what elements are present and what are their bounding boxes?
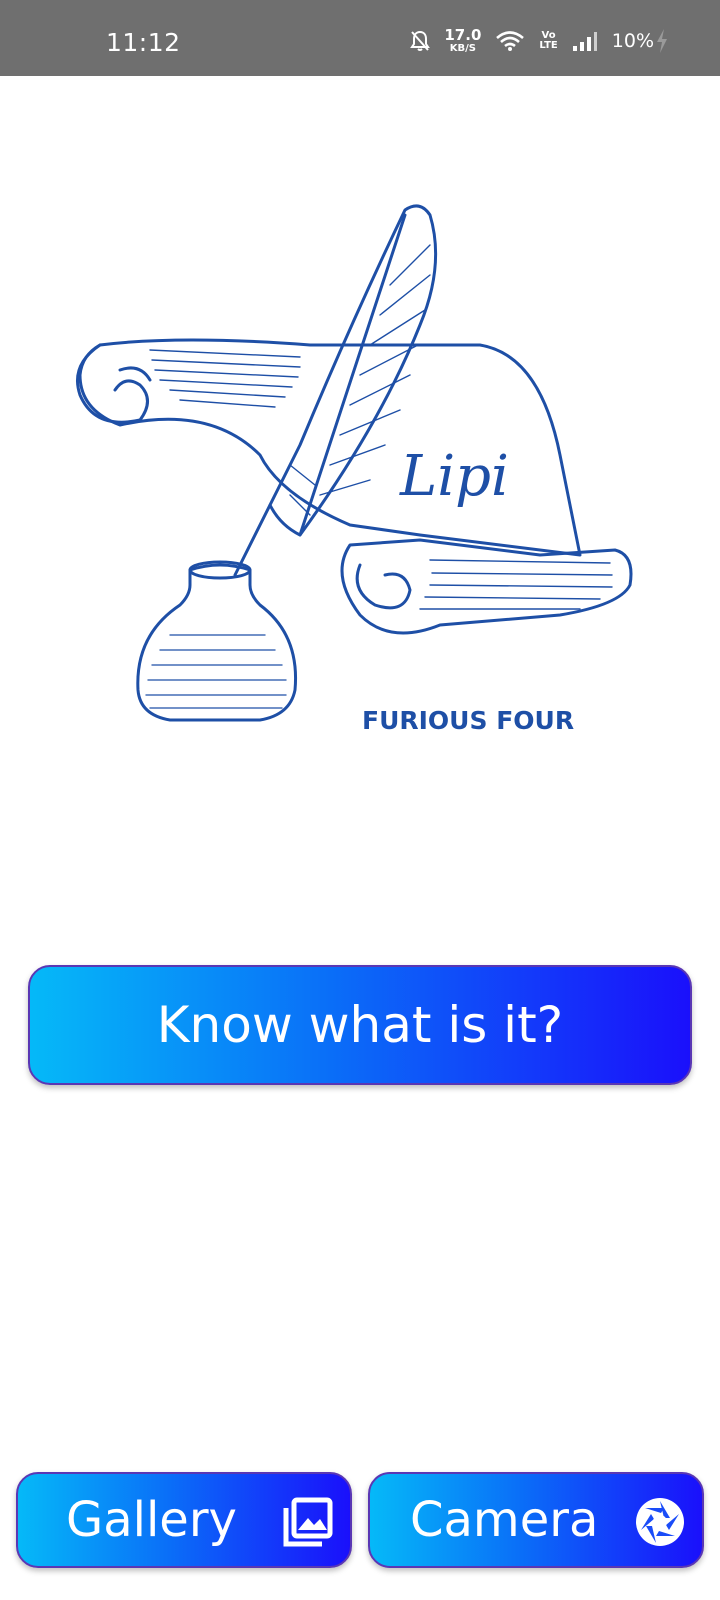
status-bar: 11:12 17.0 KB/S Vo LTE 10% [0,0,720,76]
status-time: 11:12 [106,28,181,57]
know-what-button[interactable]: Know what is it? [28,965,692,1085]
volte-icon: Vo LTE [539,31,557,51]
net-speed-value: 17.0 [444,26,482,44]
status-icons: 17.0 KB/S Vo LTE 10% [410,27,668,55]
charging-icon [657,29,667,53]
net-speed-unit: KB/S [449,43,476,54]
signal-icon [572,32,597,51]
camera-aperture-icon [636,1498,684,1546]
camera-label: Camera [410,1492,599,1548]
gallery-icon [283,1497,333,1547]
logo-script-text: Lipi [399,444,509,509]
camera-button[interactable]: Camera [368,1472,704,1568]
battery-percent: 10% [611,30,654,52]
volte-bottom: LTE [539,40,558,51]
gallery-button[interactable]: Gallery [16,1472,352,1568]
app-logo: Lipi [76,204,633,722]
inkwell [136,563,298,722]
wifi-icon [496,31,525,51]
bell-off-icon [410,30,431,51]
scroll-roll-left [76,343,149,424]
net-speed: 17.0 KB/S [444,28,481,54]
gallery-label: Gallery [66,1492,237,1548]
know-what-label: Know what is it? [156,996,564,1054]
logo-title: FURIOUS FOUR [362,706,575,735]
